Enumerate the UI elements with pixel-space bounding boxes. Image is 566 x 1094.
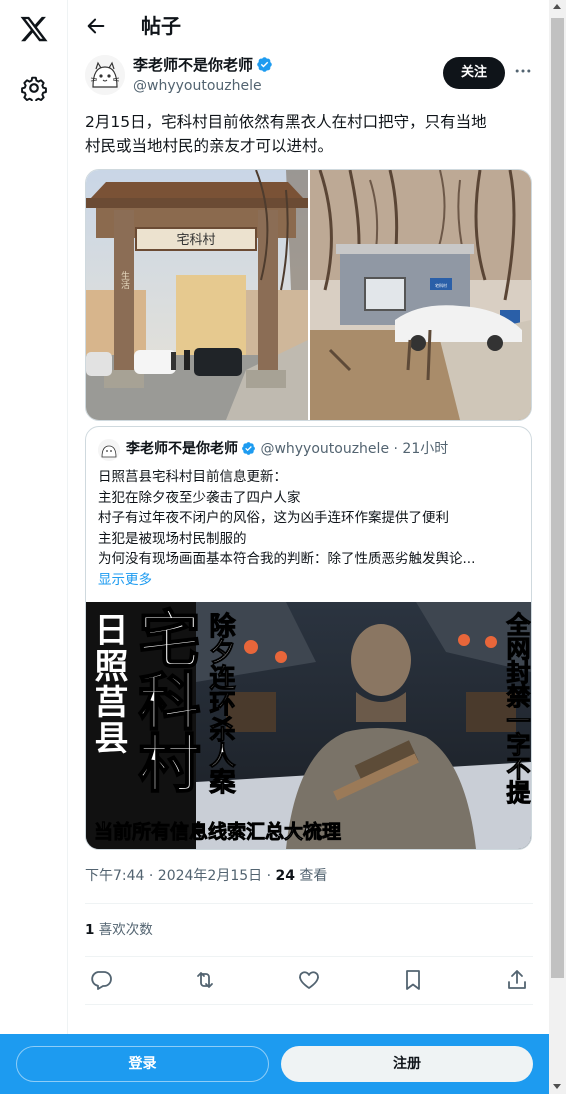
- cover-text-bottom: 当前所有信息线索汇总大梳理: [94, 820, 341, 843]
- views-label: 查看: [294, 868, 328, 884]
- cover-text-right: 全网封禁一字不提: [502, 611, 531, 805]
- show-more-link[interactable]: 显示更多: [98, 570, 522, 591]
- media-image-village-house[interactable]: 宅科村: [310, 170, 531, 420]
- action-bar: [85, 966, 533, 996]
- views-count: 24: [275, 868, 295, 884]
- like-icon[interactable]: [297, 968, 321, 992]
- share-icon[interactable]: [505, 968, 529, 992]
- quote-tweet[interactable]: 李老师不是你老师 @whyyoutouzhele · 21小时 日照莒县宅科村目…: [85, 426, 532, 850]
- scroll-up-arrow[interactable]: [553, 4, 561, 9]
- post-text: 2月15日，宅科村目前依然有黑衣人在村口把守，只有当地 村民或当地村民的亲友才可…: [85, 110, 535, 158]
- bookmark-icon[interactable]: [401, 968, 425, 992]
- retweet-icon[interactable]: [193, 968, 217, 992]
- back-arrow-icon[interactable]: [85, 15, 107, 37]
- likes-count: 1: [85, 922, 95, 938]
- author-name-text[interactable]: 李老师不是你老师: [133, 56, 253, 74]
- media-image-village-gate[interactable]: 宅科村 生活: [86, 170, 308, 420]
- post-meta: 下午7:44 · 2024年2月15日 · 24 查看: [85, 866, 327, 886]
- quote-text-line: 主犯在除夕夜至少袭击了四户人家: [98, 489, 301, 506]
- post-text-line: 村民或当地村民的亲友才可以进村。: [85, 137, 334, 155]
- cover-text-big: 宅科村: [128, 607, 201, 793]
- reply-icon[interactable]: [89, 968, 113, 992]
- scrollbar[interactable]: [549, 0, 566, 1094]
- page-title: 帖子: [141, 14, 181, 38]
- more-icon[interactable]: [513, 61, 533, 81]
- quote-text-line: 为何没有现场画面基本符合我的判断：除了性质恶劣触发舆论...: [98, 551, 476, 567]
- quote-time: · 21小时: [393, 441, 449, 457]
- avatar[interactable]: [85, 55, 125, 95]
- likes-label: 喜欢次数: [94, 922, 153, 938]
- quote-cover-image[interactable]: 日照莒县 宅科村 除夕连环杀人案 全网封禁一字不提 当前所有信息线索汇总大梳理: [86, 602, 531, 849]
- scrollbar-thumb[interactable]: [551, 18, 564, 978]
- gate-side-plaque: 生活: [119, 270, 130, 290]
- verified-icon: [242, 442, 255, 455]
- quote-text-line: 日照莒县宅科村目前信息更新：: [98, 469, 287, 485]
- gate-sign-text: 宅科村: [176, 233, 215, 248]
- divider: [85, 956, 533, 957]
- quote-text: 日照莒县宅科村目前信息更新： 主犯在除夕夜至少袭击了四户人家 村子有过年夜不闭户…: [98, 467, 522, 590]
- quote-author-name: 李老师不是你老师: [126, 441, 238, 457]
- verified-icon: [257, 57, 272, 72]
- post-media: 宅科村 生活 宅科村: [85, 169, 532, 421]
- left-rail: [0, 0, 68, 1094]
- quote-text-line: 主犯是被现场村民制服的: [98, 530, 247, 547]
- scroll-down-arrow[interactable]: [553, 1084, 561, 1089]
- author-handle[interactable]: @whyyoutouzhele: [133, 76, 262, 96]
- cover-text-mid: 除夕连环杀人案: [205, 611, 236, 794]
- quote-handle: @whyyoutouzhele: [260, 441, 390, 457]
- post-timestamp[interactable]: 下午7:44 · 2024年2月15日 ·: [85, 868, 276, 884]
- page-header: 帖子: [69, 0, 549, 53]
- quote-avatar[interactable]: [98, 439, 120, 461]
- follow-button[interactable]: 关注: [443, 57, 505, 89]
- divider: [85, 903, 533, 904]
- bottom-auth-bar: 登录 注册: [0, 1034, 549, 1094]
- quote-text-line: 村子有过年夜不闭户的风俗，这为凶手连环作案提供了便利: [98, 510, 449, 526]
- quote-header: 李老师不是你老师 @whyyoutouzhele · 21小时: [126, 439, 448, 459]
- author-name[interactable]: 李老师不是你老师: [133, 55, 273, 75]
- divider: [85, 1004, 533, 1005]
- login-button[interactable]: 登录: [16, 1046, 269, 1082]
- post-text-line: 2月15日，宅科村目前依然有黑衣人在村口把守，只有当地: [85, 113, 487, 131]
- post-author: 李老师不是你老师 @whyyoutouzhele 关注: [69, 53, 549, 103]
- signup-button[interactable]: 注册: [281, 1046, 533, 1082]
- likes-row[interactable]: 1 喜欢次数: [85, 920, 153, 940]
- gear-icon[interactable]: [21, 75, 47, 101]
- cover-text-left: 日照莒县: [88, 612, 128, 756]
- x-logo-icon[interactable]: [19, 14, 49, 44]
- house-sign-text: 宅科村: [435, 282, 447, 288]
